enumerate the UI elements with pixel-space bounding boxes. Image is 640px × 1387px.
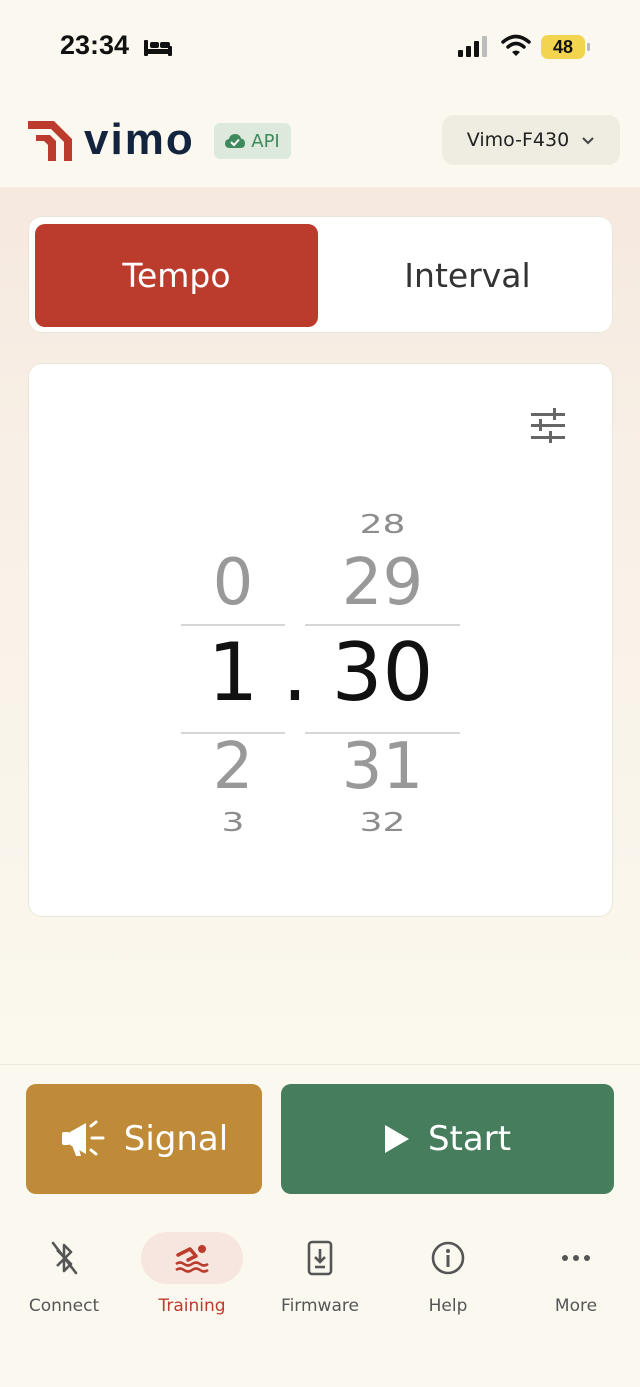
- vimo-logo-icon: [26, 117, 74, 169]
- megaphone-icon: [61, 1120, 105, 1156]
- nav-label-connect: Connect: [28, 1296, 100, 1316]
- seconds-wheel-below-2[interactable]: 32: [305, 808, 460, 840]
- minutes-wheel-above-1[interactable]: 0: [181, 546, 285, 626]
- api-status-badge[interactable]: API: [214, 123, 291, 159]
- phone-download-icon: [307, 1240, 333, 1276]
- device-selector[interactable]: Vimo-F430: [442, 115, 620, 165]
- nav-item-connect[interactable]: Connect: [0, 1232, 128, 1332]
- nav-label-firmware: Firmware: [281, 1296, 359, 1316]
- status-time: 23:34: [60, 30, 130, 60]
- battery-level: 48: [552, 37, 574, 57]
- info-icon: [431, 1241, 465, 1275]
- mode-segmented-control: Tempo Interval: [28, 216, 613, 333]
- signal-button-label: Signal: [123, 1119, 229, 1159]
- battery-tip: [587, 43, 590, 51]
- seconds-wheel-above-1[interactable]: 29: [305, 546, 460, 626]
- bluetooth-off-icon: [51, 1241, 78, 1275]
- swimming-icon: [175, 1245, 209, 1273]
- start-button-label: Start: [427, 1119, 512, 1159]
- nav-label-training: Training: [158, 1296, 226, 1316]
- cloud-check-icon: [225, 134, 246, 148]
- nav-label-help: Help: [428, 1296, 468, 1316]
- minutes-wheel-below-2[interactable]: 3: [181, 808, 285, 840]
- nav-item-training[interactable]: Training: [128, 1232, 256, 1332]
- nav-item-help[interactable]: Help: [384, 1232, 512, 1332]
- cellular-signal-icon: [458, 36, 490, 62]
- chevron-down-icon: [582, 136, 594, 144]
- wifi-icon: [501, 34, 531, 62]
- tab-interval[interactable]: Interval: [326, 224, 609, 327]
- nav-label-more: More: [554, 1296, 598, 1316]
- seconds-wheel-above-2[interactable]: 28: [305, 510, 460, 542]
- seconds-wheel-below-1[interactable]: 31: [305, 730, 460, 810]
- nav-item-firmware[interactable]: Firmware: [256, 1232, 384, 1332]
- app-header: vimo API Vimo-F430: [0, 95, 640, 187]
- bed-icon: [143, 37, 173, 61]
- battery-icon: 48: [541, 35, 585, 59]
- seconds-wheel-selected[interactable]: 30: [305, 626, 460, 726]
- start-button[interactable]: Start: [281, 1084, 614, 1194]
- sliders-settings-icon[interactable]: [529, 408, 567, 448]
- signal-button[interactable]: Signal: [26, 1084, 262, 1194]
- play-icon: [384, 1125, 409, 1153]
- more-dots-icon: [562, 1255, 590, 1261]
- minutes-wheel-selected[interactable]: 1: [181, 626, 285, 726]
- tab-tempo[interactable]: Tempo: [35, 224, 318, 327]
- tempo-picker-card: 3 0 1 2 . 28 29 30 31 32: [28, 363, 613, 917]
- nav-item-more[interactable]: More: [512, 1232, 640, 1332]
- vimo-logo-text: vimo: [84, 115, 195, 164]
- bottom-nav: Connect Training Firmware Help More: [0, 1214, 640, 1387]
- device-selector-label: Vimo-F430: [466, 129, 570, 151]
- minutes-wheel-below-1[interactable]: 2: [181, 730, 285, 810]
- status-bar: 23:34 48: [0, 0, 640, 95]
- api-badge-label: API: [251, 130, 280, 152]
